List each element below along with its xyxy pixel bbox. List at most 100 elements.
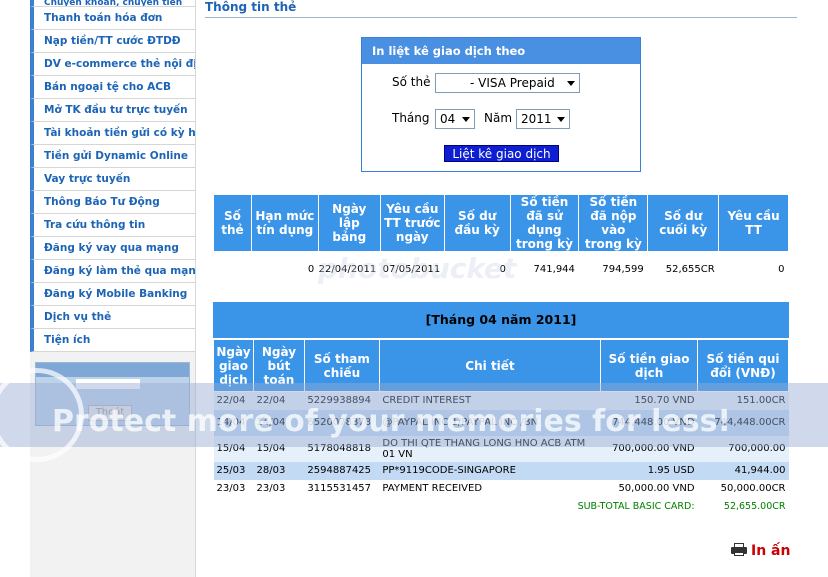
txn-converted: 700,000.00: [697, 435, 789, 462]
login-box: Thoát: [35, 362, 190, 426]
main-content: Thông tin thẻ In liệt kê giao dịch theo …: [196, 0, 828, 577]
summary-opening-balance: 0: [499, 264, 507, 276]
sidebar-item-utilities[interactable]: Tiện ích: [30, 329, 195, 352]
chevron-down-icon: [567, 81, 575, 86]
txn-date: 14/04: [213, 409, 254, 436]
sidebar-item-auto-notify[interactable]: Thông Báo Tư Động: [30, 191, 195, 214]
txn-details: PAYMENT RECEIVED: [382, 483, 483, 494]
txn-amount: 50,000.00 VND: [618, 483, 695, 494]
left-gutter: [0, 0, 30, 577]
sidebar-item-lookup[interactable]: Tra cứu thông tin: [30, 214, 195, 237]
table-row: 15/04 15/04 5178048818 DO THI QTE THANG …: [213, 435, 789, 462]
col-transaction-amount: Số tiền giao dịch: [600, 339, 699, 392]
col-transaction-date: Ngày giao dịch: [213, 339, 254, 392]
summary-amount-paid: 794,599: [602, 264, 644, 276]
sidebar-item-online-loan[interactable]: Vay trực tuyến: [30, 168, 195, 191]
sidebar-item-open-investment[interactable]: Mở TK đầu tư trực tuyến: [30, 99, 195, 122]
txn-date: 23/03: [216, 483, 246, 494]
table-row: 14/04 14/04 6520078378 @PAYPAL INC 1/PAY…: [213, 409, 789, 436]
period-title: [Tháng 04 năm 2011]: [213, 302, 789, 338]
txn-details: @PAYPAL INC 1/PAYPAL INC /BN: [379, 409, 601, 436]
card-summary-table: Số thẻ Hạn mức tín dụng Ngày lập bảng Yê…: [213, 194, 789, 288]
txn-details: CREDIT INTEREST: [379, 391, 601, 410]
card-select[interactable]: - VISA Prepaid: [435, 73, 580, 93]
sidebar-item-term-deposit[interactable]: Tài khoản tiền gửi có kỳ hạn: [30, 122, 195, 145]
sidebar-item-bill-payment[interactable]: Thanh toán hóa đơn: [30, 7, 195, 30]
table-row: 23/03 23/03 3115531457 PAYMENT RECEIVED …: [214, 480, 789, 498]
summary-amount-used: 741,944: [533, 264, 575, 276]
summary-closing-balance: 52,655CR: [665, 264, 715, 276]
txn-date: 15/04: [213, 435, 254, 462]
subtotal-row: SUB-TOTAL BASIC CARD: 52,655.00CR: [214, 498, 789, 516]
year-label: Năm: [484, 111, 513, 125]
col-closing-balance: Số dư cuối kỳ: [647, 194, 720, 252]
txn-converted: 41,944.00: [697, 461, 789, 480]
printer-icon: [731, 543, 747, 556]
logout-button[interactable]: Thoát: [88, 405, 132, 421]
txn-converted: 50,000.00CR: [720, 483, 786, 494]
print-label: In ấn: [751, 543, 791, 559]
sidebar-item-mobile-banking[interactable]: Đăng ký Mobile Banking: [30, 283, 195, 306]
col-reference: Số tham chiếu: [303, 339, 380, 392]
sidebar: Chuyển khoản, chuyển tiền Thanh toán hóa…: [30, 0, 196, 577]
txn-converted: 151.00CR: [697, 391, 789, 410]
summary-due-date: 07/05/2011: [382, 264, 441, 276]
sidebar-item-sell-forex[interactable]: Bán ngoại tệ cho ACB: [30, 76, 195, 99]
col-amount-used: Số tiền đã sử dụng trong kỳ: [509, 194, 580, 252]
chevron-down-icon: [462, 117, 470, 122]
sidebar-item-dynamic-online[interactable]: Tiền gửi Dynamic Online: [30, 145, 195, 168]
txn-post-date: 23/03: [256, 483, 286, 494]
col-details: Chi tiết: [378, 339, 602, 392]
txn-ref: 5178048818: [304, 435, 380, 462]
card-select-value: - VISA Prepaid: [470, 76, 555, 90]
month-select[interactable]: 04: [435, 109, 475, 129]
txn-converted: 744,448.00CR: [697, 409, 789, 436]
txn-amount: 1.95 USD: [600, 461, 698, 480]
col-statement-date: Ngày lập bảng: [317, 194, 381, 252]
chevron-down-icon: [557, 117, 565, 122]
sidebar-item-transfer[interactable]: Chuyển khoản, chuyển tiền: [30, 0, 195, 7]
login-box-header: [36, 363, 189, 377]
summary-payment-required: 0: [778, 264, 785, 276]
txn-ref: 3115531457: [307, 483, 372, 494]
txn-date: 22/04: [213, 391, 254, 410]
txn-post-date: 28/03: [253, 461, 305, 480]
col-card-number: Số thẻ: [213, 194, 252, 252]
subtotal-label: SUB-TOTAL BASIC CARD:: [577, 501, 695, 512]
sidebar-item-ecommerce[interactable]: DV e-commerce thẻ nội địa: [30, 53, 195, 76]
txn-amount: 150.70 VND: [600, 391, 698, 410]
subtotal-value: 52,655.00CR: [723, 501, 786, 512]
col-payment-required: Yêu cầu TT: [718, 194, 789, 252]
sidebar-item-card-services[interactable]: Dịch vụ thẻ: [30, 306, 195, 329]
title-divider: [205, 17, 797, 18]
list-transactions-button[interactable]: Liệt kê giao dịch: [444, 145, 559, 162]
summary-statement-date: 22/04/2011: [318, 264, 377, 276]
txn-amount: 700,000.00 VND: [600, 435, 698, 462]
month-label: Tháng: [392, 111, 430, 125]
sidebar-menu: Chuyển khoản, chuyển tiền Thanh toán hóa…: [30, 0, 195, 352]
transactions-table: Ngày giao dịch Ngày bút toán Số tham chi…: [213, 339, 789, 516]
year-select[interactable]: 2011: [516, 109, 570, 129]
txn-details: PP*9119CODE-SINGAPORE: [379, 461, 601, 480]
txn-ref: 6520078378: [304, 409, 380, 436]
sidebar-item-register-loan[interactable]: Đăng ký vay qua mạng: [30, 237, 195, 260]
page-title: Thông tin thẻ: [205, 0, 297, 14]
print-button[interactable]: In ấn: [731, 543, 790, 559]
login-name-field: [76, 379, 140, 389]
year-select-value: 2011: [521, 112, 552, 126]
col-posting-date: Ngày bút toán: [252, 339, 305, 392]
col-converted-amount: Số tiền qui đổi (VNĐ): [697, 339, 789, 392]
summary-card-number: [214, 252, 252, 288]
txn-post-date: 15/04: [253, 435, 305, 462]
card-label: Số thẻ: [392, 75, 431, 89]
txn-details: DO THI QTE THANG LONG HNO ACB ATM 01 VN: [379, 435, 601, 462]
txn-ref: 5229938894: [304, 391, 380, 410]
filter-header: In liệt kê giao dịch theo: [362, 38, 640, 64]
sidebar-item-mobile-topup[interactable]: Nạp tiền/TT cước ĐTDĐ: [30, 30, 195, 53]
col-due-date: Yêu cầu TT trước ngày: [379, 194, 445, 252]
summary-credit-limit: 0: [307, 264, 315, 276]
table-row: 22/04 22/04 5229938894 CREDIT INTEREST 1…: [213, 391, 789, 410]
table-row: 25/03 28/03 2594887425 PP*9119CODE-SINGA…: [213, 461, 789, 480]
sidebar-item-register-card[interactable]: Đăng ký làm thẻ qua mạng: [30, 260, 195, 283]
col-opening-balance: Số dư đầu kỳ: [443, 194, 511, 252]
